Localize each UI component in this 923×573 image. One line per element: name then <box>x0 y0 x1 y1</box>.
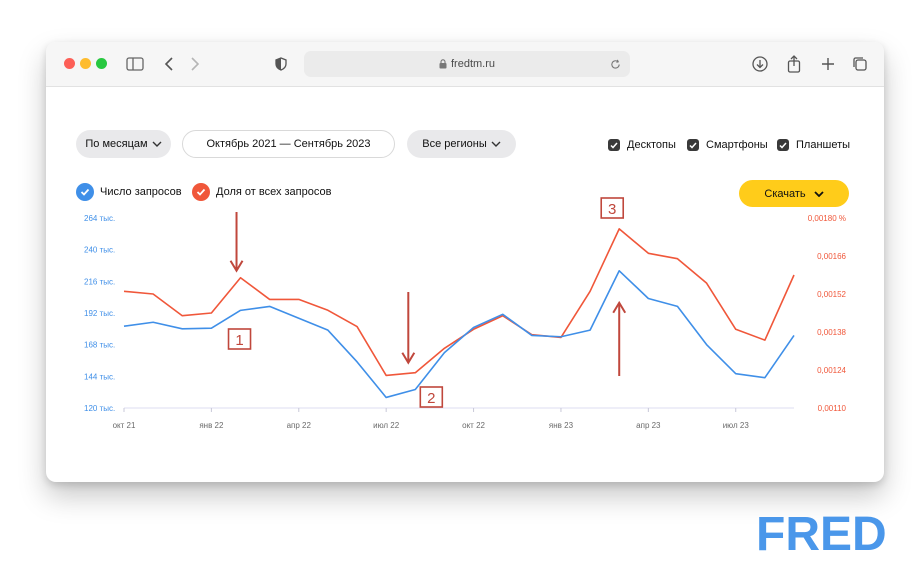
x-tick-label: окт 22 <box>462 421 485 430</box>
x-tick-label: янв 23 <box>549 421 574 430</box>
y-left-tick-label: 144 тыс. <box>84 372 115 381</box>
y-left-tick-label: 216 тыс. <box>84 277 115 286</box>
y-right-tick-label: 0,00110 <box>818 404 847 413</box>
x-tick-label: апр 22 <box>287 421 312 430</box>
y-right-tick-label: 0,00166 <box>817 252 846 261</box>
y-left-tick-label: 168 тыс. <box>84 341 115 350</box>
annotation-box-2-label: 2 <box>427 390 435 407</box>
fred-logo: FRED <box>756 508 887 555</box>
y-right-tick-label: 0,00152 <box>817 290 846 299</box>
x-tick-label: апр 23 <box>636 421 661 430</box>
series-line-share <box>123 228 795 377</box>
y-right-tick-label: 0,00138 <box>817 328 846 337</box>
line-chart: окт 21 янв 22 апр 22 июл 22 окт 22 янв 23 апр … <box>84 197 847 430</box>
y-right-tick-label: 0,00180 % <box>808 214 846 223</box>
y-left-tick-label: 264 тыс. <box>84 214 115 223</box>
series-line-queries <box>123 269 795 399</box>
y-left-tick-label: 120 тыс. <box>84 404 115 413</box>
y-left-tick-label: 240 тыс. <box>84 246 115 255</box>
fred-watermark: FRED <box>756 508 887 555</box>
annotation-box-1-label: 1 <box>235 332 243 349</box>
x-tick-label: июл 23 <box>723 421 750 430</box>
browser-window: fredtm.ru По месяцам Октябрь 2021 — Сент… <box>46 42 884 482</box>
y-left-tick-label: 192 тыс. <box>84 309 115 318</box>
x-tick-label: янв 22 <box>199 421 224 430</box>
x-tick-label: июл 22 <box>373 421 400 430</box>
y-right-tick-label: 0,00124 <box>817 366 846 375</box>
annotation-box-3-label: 3 <box>608 201 616 218</box>
x-tick-label: окт 21 <box>113 421 136 430</box>
